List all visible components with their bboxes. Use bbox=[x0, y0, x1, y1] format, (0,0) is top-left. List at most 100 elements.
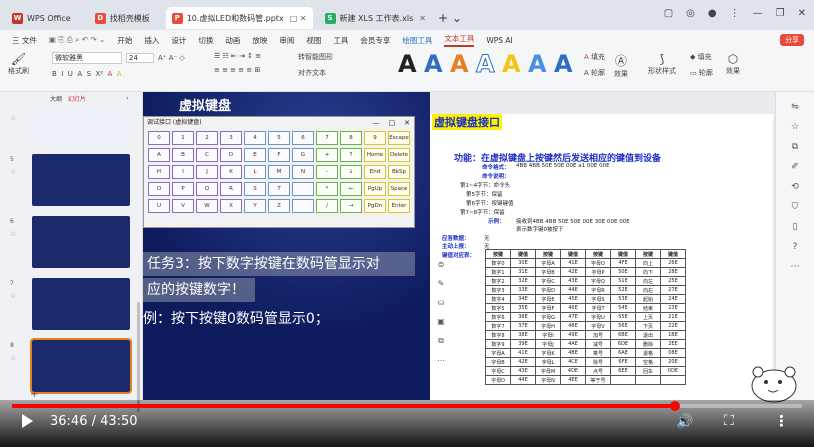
menu-drawing-tools[interactable]: 绘图工具 bbox=[402, 35, 432, 46]
key-button[interactable]: B bbox=[172, 148, 194, 162]
key-button[interactable]: W bbox=[196, 199, 218, 213]
volume-icon[interactable]: 🔊 bbox=[676, 414, 693, 430]
key-button[interactable] bbox=[292, 182, 314, 196]
key-button[interactable]: ← bbox=[340, 182, 362, 196]
key-button[interactable]: I bbox=[172, 165, 194, 179]
key-button[interactable]: Space bbox=[388, 182, 410, 196]
key-button[interactable]: P bbox=[172, 182, 194, 196]
more-options-icon[interactable]: ⋮ bbox=[774, 412, 789, 430]
key-button[interactable]: 4 bbox=[244, 131, 266, 145]
menu-tools[interactable]: 工具 bbox=[333, 35, 348, 46]
key-button[interactable]: Delete bbox=[388, 148, 410, 162]
video-progress-bar[interactable] bbox=[12, 401, 802, 411]
text-style-4[interactable]: A bbox=[476, 50, 496, 79]
tab-pptx[interactable]: P 10.虚拟LED和数码管.pptx □ ✕ bbox=[165, 7, 313, 29]
font-name-select[interactable]: 微软雅黑 bbox=[52, 52, 122, 64]
book-icon[interactable]: ▯ bbox=[776, 222, 814, 232]
menu-slideshow[interactable]: 放映 bbox=[252, 35, 267, 46]
close-icon[interactable]: ✕ bbox=[404, 117, 410, 129]
key-button[interactable]: R bbox=[220, 182, 242, 196]
text-effect-button[interactable]: Ⓐ 效果 bbox=[614, 52, 628, 79]
pen-icon[interactable]: ✎ bbox=[438, 279, 445, 288]
tab-template[interactable]: D 找稻壳模板 bbox=[89, 7, 156, 29]
key-button[interactable]: + bbox=[316, 148, 338, 162]
text-style-5[interactable]: A bbox=[502, 50, 521, 78]
key-button[interactable]: 8 bbox=[340, 131, 362, 145]
key-button[interactable]: X bbox=[220, 199, 242, 213]
shape-outline-button[interactable]: ▭ 轮廓 bbox=[690, 68, 713, 78]
menu-icon[interactable]: ⋮ bbox=[730, 8, 740, 19]
more-icon[interactable]: ⋯ bbox=[776, 262, 814, 272]
key-button[interactable] bbox=[292, 199, 314, 213]
text-style-1[interactable]: A bbox=[398, 50, 417, 78]
help-icon[interactable]: ? bbox=[776, 242, 814, 252]
skin-icon[interactable]: ◎ bbox=[686, 8, 695, 19]
key-button[interactable]: Escape bbox=[388, 131, 410, 145]
key-button[interactable]: 6 bbox=[292, 131, 314, 145]
key-button[interactable]: N bbox=[292, 165, 314, 179]
key-button[interactable]: → bbox=[340, 199, 362, 213]
key-button[interactable]: 3 bbox=[220, 131, 242, 145]
outline-tab[interactable]: 大纲 bbox=[50, 94, 62, 103]
tab-wps-office[interactable]: W WPS Office bbox=[6, 7, 77, 29]
maximize-icon[interactable]: ❐ bbox=[776, 8, 785, 19]
key-button[interactable]: K bbox=[220, 165, 242, 179]
key-button[interactable]: PgDn bbox=[364, 199, 386, 213]
menu-insert[interactable]: 插入 bbox=[144, 35, 159, 46]
shape-effect-button[interactable]: ⬡ 效果 bbox=[726, 52, 740, 76]
key-button[interactable]: Z bbox=[268, 199, 290, 213]
tab-xls[interactable]: S 新建 XLS 工作表.xls ✕ bbox=[319, 7, 432, 29]
new-tab-button[interactable]: + ⌄ bbox=[432, 7, 468, 29]
play-icon[interactable] bbox=[22, 414, 33, 428]
key-button[interactable]: F bbox=[268, 148, 290, 162]
key-button[interactable]: C bbox=[196, 148, 218, 162]
copy-icon[interactable]: ⧉ bbox=[776, 142, 814, 152]
collapse-panel-icon[interactable]: ‹ bbox=[126, 95, 128, 102]
menu-transition[interactable]: 切换 bbox=[198, 35, 213, 46]
thumbnail-scrollbar[interactable] bbox=[137, 302, 140, 412]
key-button[interactable]: O bbox=[148, 182, 170, 196]
text-outline-button[interactable]: A 轮廓 bbox=[584, 68, 605, 78]
key-button[interactable]: / bbox=[316, 199, 338, 213]
key-button[interactable]: T bbox=[268, 182, 290, 196]
more-icon[interactable]: ⋯ bbox=[437, 356, 445, 365]
key-button[interactable]: 0 bbox=[148, 131, 170, 145]
slide-left-half[interactable]: 虚拟键盘 调试接口 (虚拟键盘) — □ ✕ 0 1 2 3 4 5 6 7 8 9 Escape A… bbox=[143, 92, 430, 400]
key-button[interactable]: Y bbox=[244, 199, 266, 213]
menu-file[interactable]: 三 文件 bbox=[12, 35, 37, 46]
share-button[interactable]: 分享 bbox=[780, 34, 804, 46]
shape-fill-button[interactable]: ◆ 填充 bbox=[690, 52, 713, 62]
key-button[interactable]: D bbox=[220, 148, 242, 162]
text-fill-button[interactable]: A 填充 bbox=[584, 52, 605, 62]
convert-smartart-button[interactable]: 转智能图形 bbox=[298, 52, 333, 62]
key-button[interactable]: Enter bbox=[388, 199, 410, 213]
shield-icon[interactable]: ⛉ bbox=[776, 202, 814, 212]
key-button[interactable]: L bbox=[244, 165, 266, 179]
menu-animation[interactable]: 动画 bbox=[225, 35, 240, 46]
fullscreen-icon[interactable]: ⛶ bbox=[724, 413, 734, 429]
frame-icon[interactable]: ▣ bbox=[437, 317, 445, 326]
font-size-select[interactable]: 24 bbox=[126, 53, 154, 63]
text-style-2[interactable]: A bbox=[424, 50, 443, 78]
shape-style-button[interactable]: ⟆ 形状样式 bbox=[648, 52, 676, 76]
minimize-icon[interactable]: — bbox=[373, 117, 380, 129]
key-button[interactable]: 1 bbox=[172, 131, 194, 145]
menu-member[interactable]: 会员专享 bbox=[360, 35, 390, 46]
layers-icon[interactable]: ⊜ bbox=[438, 260, 445, 269]
key-button[interactable]: J bbox=[196, 165, 218, 179]
align-text-button[interactable]: 对齐文本 bbox=[298, 68, 333, 78]
menu-design[interactable]: 设计 bbox=[171, 35, 186, 46]
key-button[interactable]: 2 bbox=[196, 131, 218, 145]
close-icon[interactable]: ✕ bbox=[419, 14, 426, 23]
history-icon[interactable]: ⟲ bbox=[776, 182, 814, 192]
key-button[interactable]: H bbox=[148, 165, 170, 179]
menu-start[interactable]: 开始 bbox=[117, 35, 132, 46]
key-button[interactable]: G bbox=[292, 148, 314, 162]
text-style-7[interactable]: A bbox=[554, 50, 573, 78]
key-button[interactable]: M bbox=[268, 165, 290, 179]
close-window-icon[interactable]: ✕ bbox=[798, 8, 806, 19]
key-button[interactable]: E bbox=[244, 148, 266, 162]
key-button[interactable]: V bbox=[172, 199, 194, 213]
key-button[interactable]: 5 bbox=[268, 131, 290, 145]
menu-view[interactable]: 视图 bbox=[306, 35, 321, 46]
